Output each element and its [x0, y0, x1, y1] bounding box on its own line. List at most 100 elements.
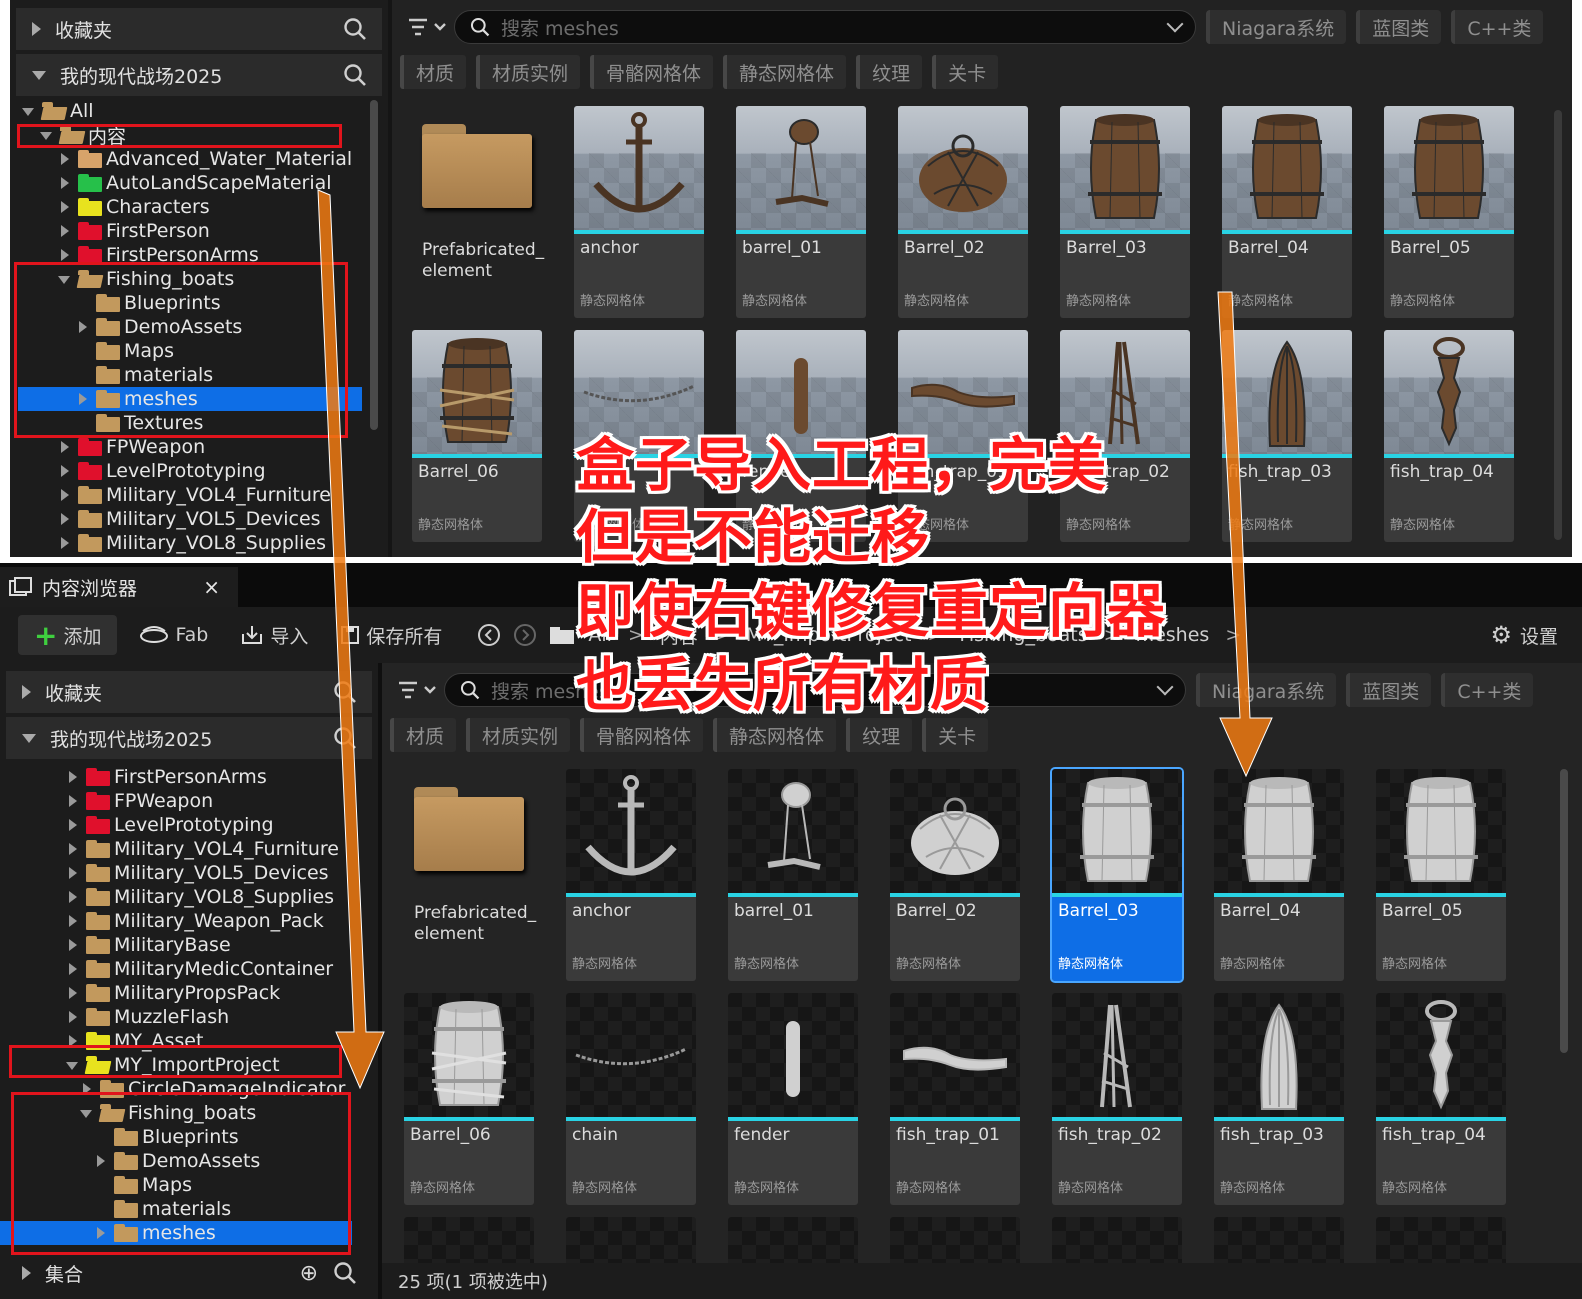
- expand-arrow-icon[interactable]: [58, 152, 72, 166]
- chip-level[interactable]: 关卡: [922, 718, 989, 752]
- expand-arrow-icon[interactable]: [58, 488, 72, 502]
- filter-niagara-button[interactable]: Niagara系统: [1206, 10, 1347, 44]
- filter-cpp-button[interactable]: C++类: [1441, 673, 1534, 707]
- asset-tile-barrel-04[interactable]: Barrel_04 静态网格体: [1214, 769, 1344, 981]
- grid-scrollbar[interactable]: [1560, 769, 1568, 1053]
- asset-tile-partial[interactable]: [728, 1217, 858, 1263]
- expand-icon[interactable]: [22, 1266, 31, 1280]
- asset-tile-barrel-02[interactable]: Barrel_02 静态网格体: [898, 106, 1028, 318]
- tree-item-levelprototyping[interactable]: LevelPrototyping: [0, 813, 352, 837]
- grid-scrollbar[interactable]: [1554, 110, 1562, 540]
- add-collection-icon[interactable]: ⊕: [300, 1261, 318, 1286]
- filter-icon[interactable]: [404, 9, 454, 45]
- asset-tile-anchor[interactable]: anchor 静态网格体: [574, 106, 704, 318]
- asset-tile-barrel-05[interactable]: Barrel_05 静态网格体: [1384, 106, 1514, 318]
- expand-arrow-icon[interactable]: [66, 842, 80, 856]
- search-icon[interactable]: [332, 679, 358, 705]
- tree-item-militarypropspack[interactable]: MilitaryPropsPack: [0, 981, 352, 1005]
- chip-texture[interactable]: 纹理: [856, 55, 923, 89]
- asset-tile-partial[interactable]: [890, 1217, 1020, 1263]
- asset-tile-partial[interactable]: [1376, 1217, 1506, 1263]
- chip-material[interactable]: 材质: [390, 718, 457, 752]
- filter-icon[interactable]: [394, 672, 444, 708]
- asset-tile-partial[interactable]: [404, 1217, 534, 1263]
- expand-arrow-icon[interactable]: [66, 890, 80, 904]
- settings-button[interactable]: ⚙ 设置: [1480, 615, 1568, 655]
- chip-static-mesh[interactable]: 静态网格体: [713, 718, 837, 752]
- chip-material[interactable]: 材质: [400, 55, 467, 89]
- expand-arrow-icon[interactable]: [66, 914, 80, 928]
- tree-item-militarymediccontainer[interactable]: MilitaryMedicContainer: [0, 957, 352, 981]
- expand-arrow-icon[interactable]: [66, 794, 80, 808]
- chip-skeletal-mesh[interactable]: 骨骼网格体: [580, 718, 704, 752]
- asset-tile-partial[interactable]: [1052, 1217, 1182, 1263]
- asset-tile-fender[interactable]: fender 静态网格体: [728, 993, 858, 1205]
- asset-tile-barrel-06[interactable]: Barrel_06 静态网格体: [412, 330, 542, 542]
- asset-tile-partial[interactable]: [566, 1217, 696, 1263]
- bottom-favorites-header[interactable]: 收藏夹: [6, 671, 372, 713]
- add-button[interactable]: + 添加: [18, 615, 118, 655]
- asset-tile-barrel-01[interactable]: barrel_01 静态网格体: [736, 106, 866, 318]
- tree-item-firstpersonarms[interactable]: FirstPersonArms: [0, 765, 352, 789]
- expand-arrow-icon[interactable]: [66, 1010, 80, 1024]
- search-icon[interactable]: [332, 725, 358, 751]
- asset-tile-fish-trap-02[interactable]: fish_trap_02 静态网格体: [1052, 993, 1182, 1205]
- content-browser-tab[interactable]: 内容浏览器 ×: [0, 567, 238, 607]
- filter-blueprint-button[interactable]: 蓝图类: [1346, 673, 1432, 707]
- search-icon[interactable]: [332, 1260, 358, 1286]
- filter-cpp-button[interactable]: C++类: [1451, 10, 1544, 44]
- expand-arrow-icon[interactable]: [58, 536, 72, 550]
- expand-arrow-icon[interactable]: [58, 440, 72, 454]
- expand-arrow-icon[interactable]: [58, 464, 72, 478]
- tree-item-military-vol5-devices[interactable]: Military_VOL5_Devices: [18, 507, 362, 531]
- expand-arrow-icon[interactable]: [58, 176, 72, 190]
- expand-arrow-icon[interactable]: [58, 200, 72, 214]
- asset-tile-anchor[interactable]: anchor 静态网格体: [566, 769, 696, 981]
- asset-tile-fish-trap-04[interactable]: fish_trap_04 静态网格体: [1384, 330, 1514, 542]
- search-icon[interactable]: [342, 62, 368, 88]
- chevron-down-icon[interactable]: [1166, 15, 1184, 33]
- fab-button[interactable]: Fab: [129, 615, 218, 655]
- expand-arrow-icon[interactable]: [58, 512, 72, 526]
- tree-item-muzzleflash[interactable]: MuzzleFlash: [0, 1005, 352, 1029]
- search-icon[interactable]: [342, 16, 368, 42]
- back-icon[interactable]: [476, 622, 502, 648]
- tree-item-firstperson[interactable]: FirstPerson: [18, 219, 362, 243]
- chip-static-mesh[interactable]: 静态网格体: [723, 55, 847, 89]
- chevron-down-icon[interactable]: [1156, 678, 1174, 696]
- chip-level[interactable]: 关卡: [932, 55, 999, 89]
- asset-tile-fish-trap-01[interactable]: fish_trap_01 静态网格体: [890, 993, 1020, 1205]
- tree-item-levelprototyping[interactable]: LevelPrototyping: [18, 459, 362, 483]
- asset-tile-barrel-02[interactable]: Barrel_02 静态网格体: [890, 769, 1020, 981]
- collapse-icon[interactable]: [32, 70, 46, 80]
- asset-tile-barrel-05[interactable]: Barrel_05 静态网格体: [1376, 769, 1506, 981]
- top-project-header[interactable]: 我的现代战场2025: [16, 54, 382, 96]
- tree-item-advanced-water-material[interactable]: Advanced_Water_Material: [18, 147, 362, 171]
- asset-tile-chain[interactable]: chain 静态网格体: [566, 993, 696, 1205]
- expand-icon[interactable]: [22, 685, 31, 699]
- tree-item-fpweapon[interactable]: FPWeapon: [0, 789, 352, 813]
- tree-scrollbar[interactable]: [370, 100, 378, 430]
- tree-item-military-vol8-supplies[interactable]: Military_VOL8_Supplies: [0, 885, 352, 909]
- chip-material-instance[interactable]: 材质实例: [466, 718, 571, 752]
- chip-texture[interactable]: 纹理: [846, 718, 913, 752]
- folder-tile[interactable]: Prefabricated_ element: [404, 769, 544, 981]
- expand-arrow-icon[interactable]: [66, 818, 80, 832]
- asset-tile-fish-trap-03[interactable]: fish_trap_03 静态网格体: [1222, 330, 1352, 542]
- filter-blueprint-button[interactable]: 蓝图类: [1356, 10, 1442, 44]
- search-field[interactable]: 搜索 meshes: [454, 10, 1196, 44]
- expand-arrow-icon[interactable]: [66, 770, 80, 784]
- tree-item-all[interactable]: All: [18, 99, 362, 123]
- asset-tile-fish-trap-04[interactable]: fish_trap_04 静态网格体: [1376, 993, 1506, 1205]
- collapse-icon[interactable]: [22, 733, 36, 743]
- top-favorites-header[interactable]: 收藏夹: [16, 8, 382, 50]
- asset-tile-fish-trap-03[interactable]: fish_trap_03 静态网格体: [1214, 993, 1344, 1205]
- expand-icon[interactable]: [32, 22, 41, 36]
- close-icon[interactable]: ×: [203, 575, 220, 599]
- tree-item-military-vol4-furniture[interactable]: Military_VOL4_Furniture: [18, 483, 362, 507]
- save-all-button[interactable]: 保存所有: [330, 615, 452, 655]
- tree-item-military-vol5-devices[interactable]: Military_VOL5_Devices: [0, 861, 352, 885]
- expand-arrow-icon[interactable]: [66, 962, 80, 976]
- forward-icon[interactable]: [512, 622, 538, 648]
- tree-item-militarybase[interactable]: MilitaryBase: [0, 933, 352, 957]
